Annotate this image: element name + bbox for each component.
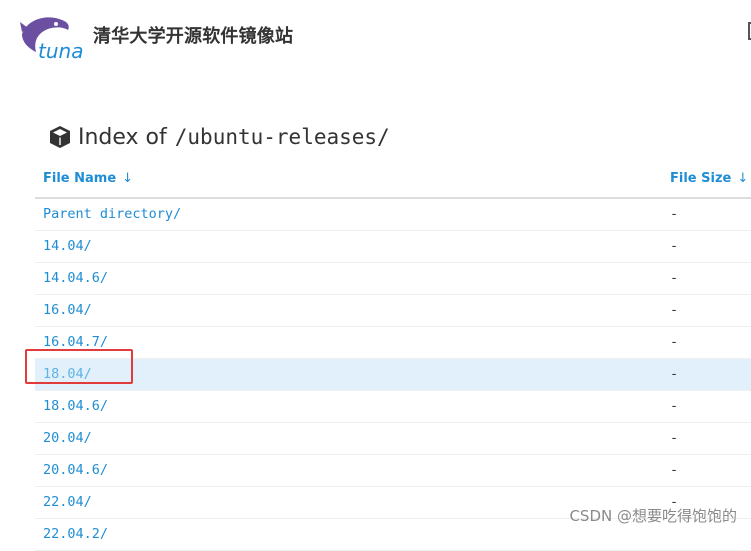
page-title: Index of /ubuntu-releases/ <box>48 122 390 152</box>
file-size: - <box>670 302 679 318</box>
table-row: 16.04.7/ - <box>35 327 751 359</box>
annotation-highlight-box <box>25 349 133 384</box>
tuna-logo[interactable]: tuna <box>18 12 88 62</box>
file-link[interactable]: 16.04/ <box>43 302 92 318</box>
file-size: - <box>670 366 679 382</box>
file-size: - <box>670 270 679 286</box>
file-table: File Name ↓ File Size ↓ Parent directory/ … <box>35 163 751 551</box>
column-header-file-size[interactable]: File Size ↓ <box>670 171 748 186</box>
file-link[interactable]: 16.04.7/ <box>43 334 108 350</box>
file-size: - <box>670 462 679 478</box>
index-path: /ubuntu-releases/ <box>174 125 390 149</box>
file-link[interactable]: Parent directory/ <box>43 206 181 222</box>
table-row: 20.04.6/ - <box>35 455 751 487</box>
file-link[interactable]: 20.04/ <box>43 430 92 446</box>
file-size: - <box>670 398 679 414</box>
site-header: tuna 清华大学开源软件镜像站 <box>0 0 751 70</box>
table-row: 20.04/ - <box>35 423 751 455</box>
watermark: CSDN @想要吃得饱饱的 <box>569 507 737 525</box>
file-link[interactable]: 20.04.6/ <box>43 462 108 478</box>
table-row: 14.04.6/ - <box>35 263 751 295</box>
table-row: 16.04/ - <box>35 295 751 327</box>
file-size: - <box>670 206 679 222</box>
table-row-highlighted: 18.04/ - <box>35 359 751 391</box>
column-header-file-name[interactable]: File Name ↓ <box>43 171 133 186</box>
site-title[interactable]: 清华大学开源软件镜像站 <box>93 22 293 48</box>
sort-down-icon: ↓ <box>122 171 134 186</box>
file-link[interactable]: 22.04/ <box>43 494 92 510</box>
index-prefix: Index of <box>78 124 167 150</box>
table-row: Parent directory/ - <box>35 199 751 231</box>
table-row: 14.04/ - <box>35 231 751 263</box>
table-row: 18.04.6/ - <box>35 391 751 423</box>
table-header: File Name ↓ File Size ↓ <box>35 163 751 199</box>
sort-down-icon: ↓ <box>737 171 749 186</box>
file-link[interactable]: 22.04.2/ <box>43 526 108 542</box>
file-size: - <box>670 238 679 254</box>
file-link[interactable]: 14.04.6/ <box>43 270 108 286</box>
logo-text: tuna <box>38 39 83 62</box>
file-link[interactable]: 18.04.6/ <box>43 398 108 414</box>
file-size: - <box>670 334 679 350</box>
file-link[interactable]: 14.04/ <box>43 238 92 254</box>
cube-icon <box>50 126 70 148</box>
file-size: - <box>670 430 679 446</box>
